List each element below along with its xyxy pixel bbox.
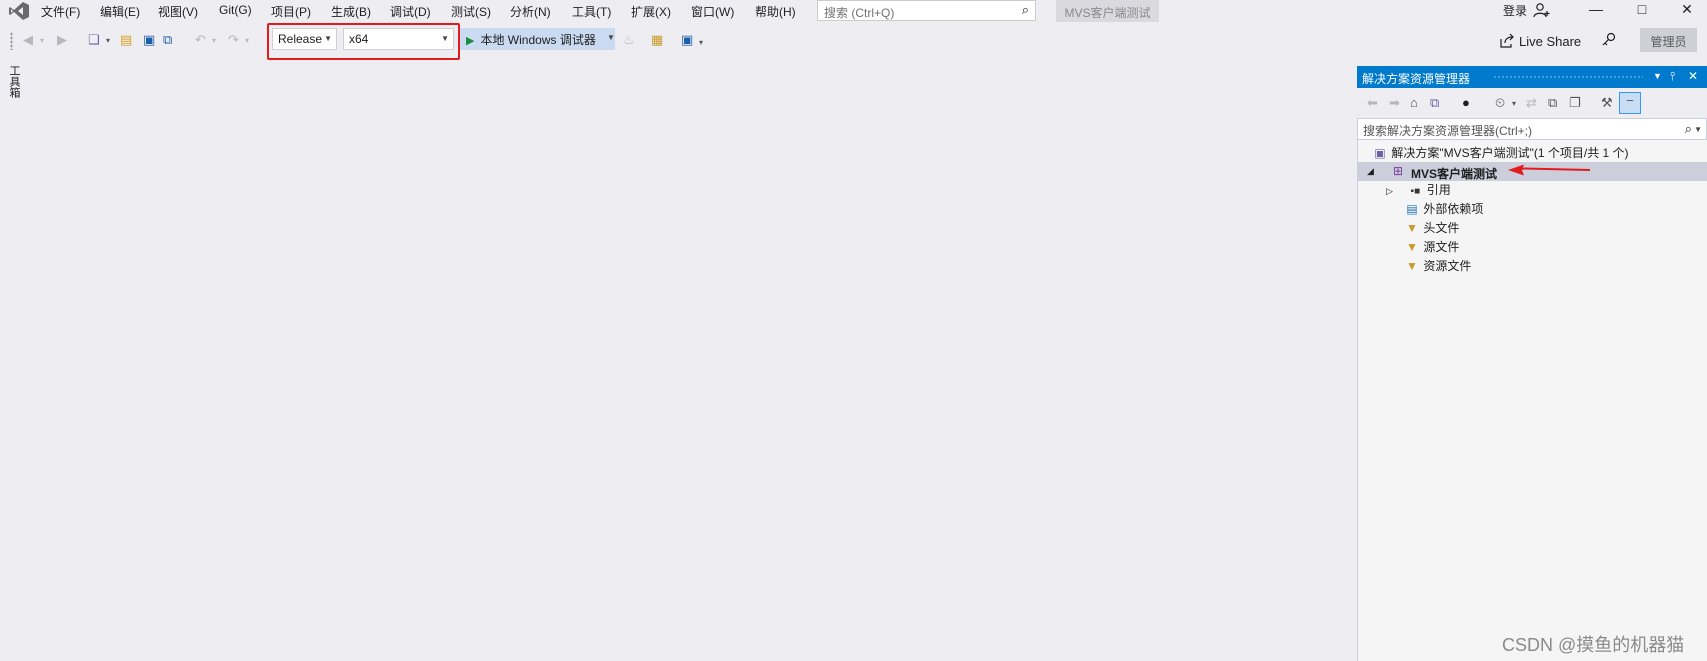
search-options-icon: ▼ <box>1694 125 1702 134</box>
save-all-icon[interactable]: ⧉ <box>163 32 172 48</box>
filter-folder-icon: ▼ <box>1406 221 1418 235</box>
menu-git[interactable]: Git(G) <box>219 3 252 17</box>
menu-tools[interactable]: 工具(T) <box>572 3 611 20</box>
search-icon: ⌕ <box>1021 2 1029 17</box>
screenshot-icon[interactable]: ▣ <box>681 32 693 48</box>
tree-item-references[interactable]: ▷ ▪■ 引用 <box>1386 181 1451 200</box>
project-node-label: MVS客户端测试 <box>1411 167 1498 181</box>
resource-files-label: 资源文件 <box>1423 259 1472 273</box>
references-label: 引用 <box>1426 183 1451 197</box>
run-dropdown-icon[interactable]: ▼ <box>607 33 615 42</box>
close-panel-icon[interactable]: ✕ <box>1688 69 1698 83</box>
home-icon[interactable]: ⌂ <box>1410 95 1418 110</box>
close-icon[interactable]: ✕ <box>1667 1 1707 21</box>
save-icon[interactable]: ▣ <box>143 32 155 48</box>
menu-window[interactable]: 窗口(W) <box>691 3 734 20</box>
undo-icon[interactable]: ↶ <box>195 32 206 48</box>
solution-explorer-title: 解决方案资源管理器 <box>1362 72 1471 86</box>
external-dependencies-icon: ▤ <box>1406 202 1418 216</box>
tree-item-external-deps[interactable]: ▤ 外部依赖项 <box>1404 200 1483 219</box>
toolbar-grip[interactable] <box>10 32 13 50</box>
tree-item-resource-files[interactable]: ▼ 资源文件 <box>1404 257 1471 276</box>
properties-icon[interactable]: ⚒ <box>1601 95 1613 111</box>
pending-changes-filter-icon[interactable]: ⏲ <box>1495 95 1505 111</box>
solution-icon: ▣ <box>1374 146 1386 160</box>
window-position-icon[interactable]: ▼ <box>1653 71 1662 81</box>
navigate-forward-icon[interactable]: ▶ <box>57 32 67 48</box>
preview-selected-icon[interactable]: − <box>1619 92 1641 114</box>
new-project-dropdown-icon[interactable]: ▾ <box>106 36 110 45</box>
open-file-icon[interactable]: ▤ <box>120 32 132 48</box>
title-bar-grip <box>1493 75 1643 80</box>
back-icon[interactable]: ⬅ <box>1367 95 1378 111</box>
tree-solution-node[interactable]: ▣ 解决方案"MVS客户端测试"(1 个项目/共 1 个) <box>1372 144 1629 163</box>
menu-project[interactable]: 项目(P) <box>271 3 311 20</box>
new-project-icon[interactable]: ❑ <box>88 32 100 48</box>
maximize-icon[interactable]: □ <box>1622 1 1662 21</box>
admin-badge[interactable]: 管理员 <box>1640 28 1697 52</box>
feedback-icon[interactable] <box>1601 31 1619 49</box>
external-deps-label: 外部依赖项 <box>1423 202 1484 216</box>
live-share-button[interactable]: Live Share <box>1519 34 1581 49</box>
global-search-placeholder: 搜索 (Ctrl+Q) <box>824 6 895 20</box>
solution-explorer-search-input[interactable]: 搜索解决方案资源管理器(Ctrl+;) ⌕ ▼ <box>1357 118 1707 140</box>
menu-edit[interactable]: 编辑(E) <box>100 3 140 20</box>
editor-area <box>20 60 1356 661</box>
git-changes-icon[interactable]: ● <box>1462 95 1470 110</box>
filter-dropdown-icon[interactable]: ▾ <box>1512 99 1516 108</box>
menu-view[interactable]: 视图(V) <box>158 3 198 20</box>
back-dropdown-icon[interactable]: ▾ <box>40 36 44 45</box>
add-user-icon[interactable] <box>1533 2 1551 18</box>
filter-folder-icon: ▼ <box>1406 259 1418 273</box>
solution-explorer-search-placeholder: 搜索解决方案资源管理器(Ctrl+;) <box>1363 124 1532 138</box>
solution-name-badge: MVS客户端测试 <box>1056 0 1159 22</box>
play-icon: ▶ <box>466 35 475 47</box>
switch-views-icon[interactable]: ⧉ <box>1430 95 1439 111</box>
collapsed-triangle-icon[interactable]: ▷ <box>1386 186 1404 197</box>
cpp-project-icon: ⊞ <box>1392 164 1404 178</box>
find-in-files-icon[interactable]: ▦ <box>651 32 663 48</box>
menu-help[interactable]: 帮助(H) <box>755 3 796 20</box>
menu-test[interactable]: 测试(S) <box>451 3 491 20</box>
minimize-icon[interactable]: — <box>1576 1 1616 21</box>
menu-extensions[interactable]: 扩展(X) <box>631 3 671 20</box>
expanded-triangle-icon[interactable]: ◢ <box>1367 166 1374 177</box>
watermark-text: CSDN @摸鱼的机器猫 <box>1502 635 1685 655</box>
tree-item-header-files[interactable]: ▼ 头文件 <box>1404 219 1459 238</box>
visual-studio-logo-icon <box>9 2 29 20</box>
live-share-icon <box>1500 33 1514 48</box>
redo-icon[interactable]: ↷ <box>228 32 239 48</box>
solution-explorer-title-bar[interactable]: 解决方案资源管理器 ▼ ⫯ ✕ <box>1357 66 1707 88</box>
annotation-highlight-box <box>267 23 460 60</box>
navigate-back-icon[interactable]: ◀ <box>23 32 33 48</box>
collapse-all-icon[interactable]: ⧉ <box>1548 95 1557 111</box>
undo-dropdown-icon[interactable]: ▾ <box>212 36 216 45</box>
left-tool-strip <box>0 60 20 661</box>
solution-node-label: 解决方案"MVS客户端测试"(1 个项目/共 1 个) <box>1391 146 1629 160</box>
login-link[interactable]: 登录 <box>1503 2 1527 19</box>
menu-analyze[interactable]: 分析(N) <box>510 3 551 20</box>
show-all-files-icon[interactable]: ❐ <box>1569 95 1581 111</box>
forward-icon[interactable]: ➡ <box>1389 95 1400 111</box>
toolbar-options-icon[interactable]: ▾ <box>699 38 703 47</box>
sync-icon[interactable]: ⇄ <box>1526 95 1537 111</box>
references-icon: ▪■ <box>1410 186 1421 197</box>
source-files-label: 源文件 <box>1423 240 1460 254</box>
menu-debug[interactable]: 调试(D) <box>390 3 431 20</box>
annotation-arrow-icon <box>1508 164 1590 176</box>
header-files-label: 头文件 <box>1423 221 1460 235</box>
tree-item-source-files[interactable]: ▼ 源文件 <box>1404 238 1459 257</box>
pin-icon[interactable]: ⫯ <box>1670 69 1675 84</box>
menu-build[interactable]: 生成(B) <box>331 3 371 20</box>
hot-reload-icon[interactable]: ♨ <box>623 32 635 48</box>
global-search-input[interactable]: 搜索 (Ctrl+Q) ⌕ <box>817 0 1036 21</box>
search-icon: ⌕ <box>1684 121 1692 136</box>
redo-dropdown-icon[interactable]: ▾ <box>245 36 249 45</box>
run-button-label: 本地 Windows 调试器 <box>480 33 596 47</box>
start-debugging-button[interactable]: ▶ 本地 Windows 调试器 <box>460 28 615 50</box>
filter-folder-icon: ▼ <box>1406 240 1418 254</box>
standard-toolbar <box>0 22 1707 60</box>
menu-file[interactable]: 文件(F) <box>41 3 80 20</box>
